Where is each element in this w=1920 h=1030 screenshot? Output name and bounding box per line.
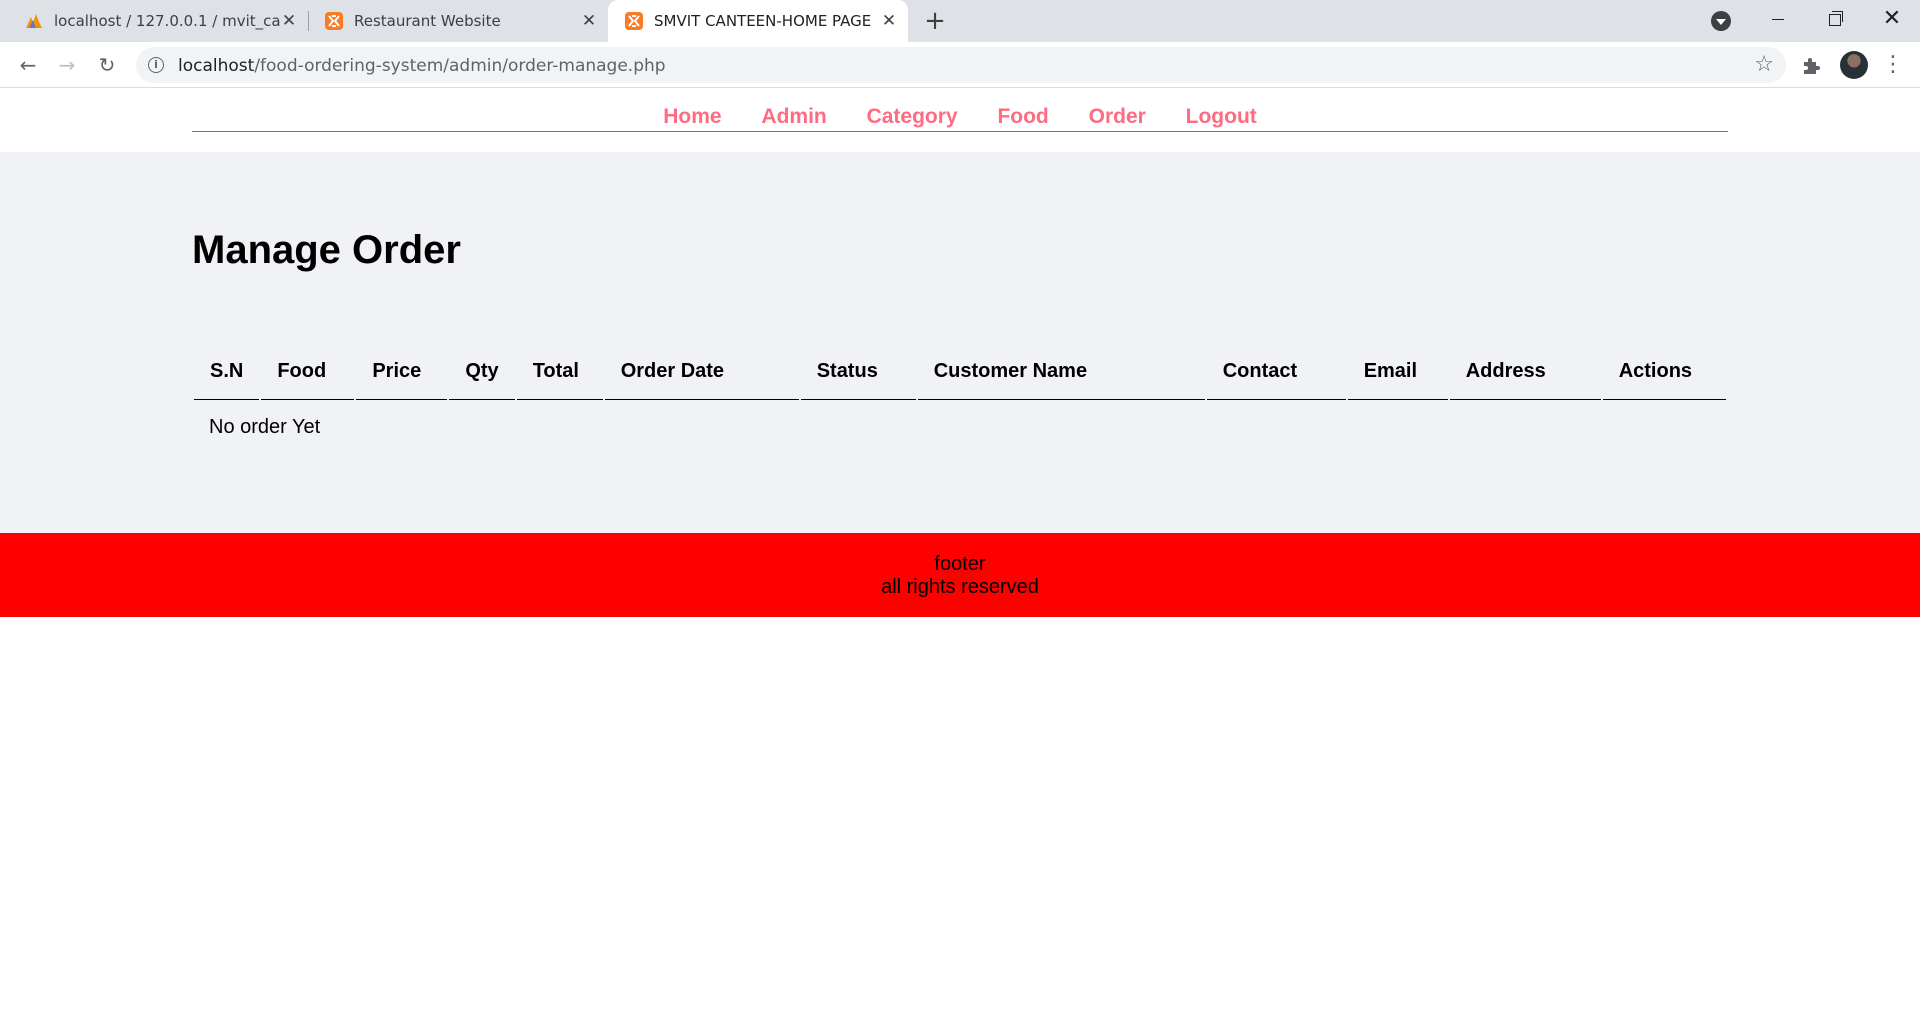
nav-link-admin[interactable]: Admin <box>761 105 826 128</box>
column-header-customer-name: Customer Name <box>917 346 1205 400</box>
column-header-status: Status <box>800 346 916 400</box>
column-header-sn: S.N <box>194 346 260 400</box>
address-bar[interactable]: i localhost/food-ordering-system/admin/o… <box>136 47 1786 83</box>
xampp-icon <box>325 12 343 30</box>
close-icon[interactable]: ✕ <box>878 10 900 32</box>
column-header-total: Total <box>516 346 603 400</box>
column-header-email: Email <box>1347 346 1448 400</box>
column-header-order-date: Order Date <box>604 346 799 400</box>
back-arrow-icon[interactable]: ← <box>14 51 42 79</box>
xampp-icon <box>625 12 643 30</box>
main-content: Manage Order S.N Food Price Qty Total Or… <box>0 152 1920 533</box>
column-header-food: Food <box>261 346 355 400</box>
column-header-address: Address <box>1449 346 1601 400</box>
nav-link-order[interactable]: Order <box>1089 105 1146 128</box>
nav-link-logout[interactable]: Logout <box>1186 105 1257 128</box>
extensions-puzzle-icon[interactable] <box>1800 54 1822 76</box>
nav-link-category[interactable]: Category <box>867 105 958 128</box>
column-header-qty: Qty <box>449 346 515 400</box>
page-title: Manage Order <box>192 228 461 272</box>
column-header-actions: Actions <box>1602 346 1726 400</box>
nav-link-food[interactable]: Food <box>997 105 1048 128</box>
bookmark-star-icon[interactable]: ☆ <box>1754 52 1774 77</box>
column-header-contact: Contact <box>1206 346 1346 400</box>
restore-icon[interactable] <box>1806 0 1862 40</box>
admin-menu: Home Admin Category Food Order Logout <box>192 89 1728 132</box>
forward-arrow-icon[interactable]: → <box>53 51 81 79</box>
footer-text: footer <box>934 553 986 575</box>
browser-tab-smvit-canteen[interactable]: SMVIT CANTEEN-HOME PAGE ✕ <box>608 0 908 42</box>
phpmyadmin-icon <box>26 14 42 28</box>
browser-tab-phpmyadmin[interactable]: localhost / 127.0.0.1 / mvit_cante ✕ <box>8 0 304 42</box>
empty-orders-message: No order Yet <box>209 416 321 438</box>
column-header-price: Price <box>356 346 448 400</box>
tab-title: Restaurant Website <box>354 12 501 30</box>
tab-search-icon[interactable] <box>1711 11 1731 31</box>
profile-avatar[interactable] <box>1840 51 1868 79</box>
close-icon[interactable]: ✕ <box>578 10 600 32</box>
reload-icon[interactable]: ↻ <box>93 51 121 79</box>
url-path: /food-ordering-system/admin/order-manage… <box>254 56 666 76</box>
url-host: localhost <box>178 56 255 76</box>
url-text[interactable]: localhost/food-ordering-system/admin/ord… <box>178 56 666 76</box>
footer-copyright: all rights reserved <box>881 576 1039 598</box>
tab-title: localhost / 127.0.0.1 / mvit_cante <box>54 12 280 30</box>
orders-table: S.N Food Price Qty Total Order Date Stat… <box>192 344 1728 402</box>
browser-tab-strip: localhost / 127.0.0.1 / mvit_cante ✕ Res… <box>0 0 1920 42</box>
more-menu-icon[interactable]: ⋮ <box>1882 52 1904 78</box>
nav-link-home[interactable]: Home <box>663 105 721 128</box>
web-page: Home Admin Category Food Order Logout Ma… <box>0 89 1920 1030</box>
table-header-row: S.N Food Price Qty Total Order Date Stat… <box>194 346 1726 400</box>
footer: footer all rights reserved <box>0 533 1920 617</box>
window-close-icon[interactable]: ✕ <box>1864 0 1920 40</box>
new-tab-icon[interactable]: + <box>921 7 949 35</box>
browser-tab-restaurant[interactable]: Restaurant Website ✕ <box>308 0 604 42</box>
menu-links: Home Admin Category Food Order Logout <box>192 105 1728 129</box>
close-icon[interactable]: ✕ <box>278 10 300 32</box>
tab-title: SMVIT CANTEEN-HOME PAGE <box>654 12 872 30</box>
browser-toolbar: ← → ↻ i localhost/food-ordering-system/a… <box>0 42 1920 88</box>
site-info-icon[interactable]: i <box>148 57 164 73</box>
minimize-icon[interactable] <box>1750 0 1806 40</box>
